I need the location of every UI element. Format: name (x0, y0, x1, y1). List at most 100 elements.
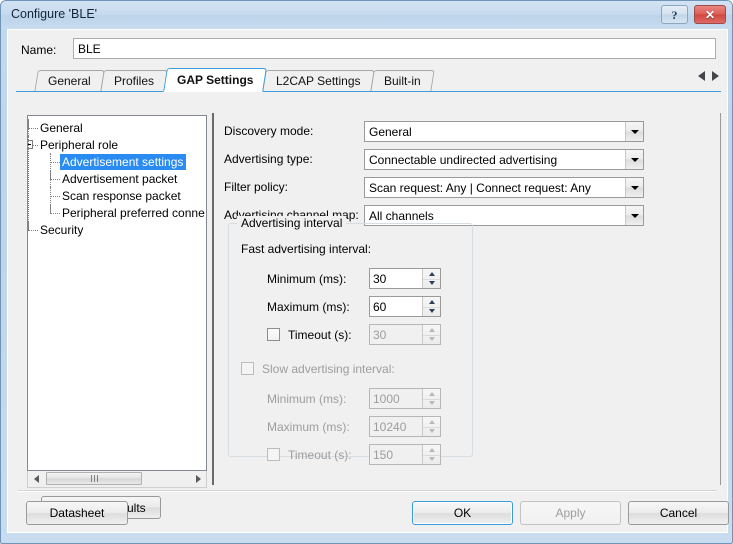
tab-list: General Profiles GAP Settings L2CAP Setting… (34, 68, 435, 92)
fast-minimum-spinner[interactable]: 30 (369, 268, 441, 289)
field-discovery-mode: Discovery mode: General (224, 121, 654, 142)
help-icon[interactable]: ? (661, 5, 688, 24)
slow-maximum-spin-buttons (422, 417, 440, 436)
tree-connector-icon (50, 204, 60, 214)
tree-item-label: Peripheral preferred conne (62, 205, 205, 220)
fast-maximum-spin-buttons[interactable] (422, 297, 440, 316)
advertising-type-combobox[interactable]: Connectable undirected advertising (364, 149, 644, 170)
scroll-left-arrow-icon[interactable] (28, 471, 44, 486)
cancel-button[interactable]: Cancel (628, 501, 729, 525)
tab-gap-settings[interactable]: GAP Settings (162, 68, 268, 92)
chevron-down-icon[interactable] (625, 122, 643, 141)
spin-down-icon (423, 455, 440, 465)
slow-minimum-spinner: 1000 (369, 388, 441, 409)
advertising-interval-group-title: Advertising interval (237, 216, 347, 230)
tab-strip: General Profiles GAP Settings L2CAP Setting… (16, 68, 721, 92)
tab-label: L2CAP Settings (276, 74, 361, 88)
fast-timeout-label: Timeout (s): (288, 328, 352, 342)
slow-maximum-value: 10240 (373, 420, 407, 434)
name-input[interactable] (73, 38, 716, 59)
spin-down-icon[interactable] (423, 279, 440, 289)
field-filter-policy: Filter policy: Scan request: Any | Connec… (224, 177, 654, 198)
tree-item-label: General (40, 120, 83, 135)
tab-scroll-left-icon[interactable] (698, 71, 705, 81)
chevron-down-icon[interactable] (625, 206, 643, 225)
spin-down-icon (423, 427, 440, 437)
settings-panel: Discovery mode: General Advertising type: C… (216, 113, 721, 485)
tree-item-peripheral-preferred-conne[interactable]: Peripheral preferred conne (28, 204, 206, 221)
tree-item-label: Advertisement packet (62, 171, 178, 186)
slow-advertising-checkbox[interactable] (241, 362, 254, 375)
slow-timeout-spin-buttons (422, 445, 440, 464)
fast-maximum-label: Maximum (ms): (267, 300, 350, 314)
slow-minimum-spin-buttons (422, 389, 440, 408)
panel-splitter[interactable] (212, 113, 214, 485)
scroll-right-arrow-icon[interactable] (190, 471, 206, 486)
slow-advertising-heading: Slow advertising interval: (262, 362, 395, 376)
tab-scroll-right-icon[interactable] (712, 71, 719, 81)
tab-l2cap-settings[interactable]: L2CAP Settings (262, 70, 375, 92)
field-advertising-type: Advertising type: Connectable undirected … (224, 149, 654, 170)
title-bar: Configure 'BLE' ? ✕ (1, 1, 732, 29)
scrollbar-grip-icon (90, 475, 98, 482)
fast-advertising-heading: Fast advertising interval: (241, 242, 372, 256)
discovery-mode-label: Discovery mode: (224, 124, 314, 138)
spin-down-icon[interactable] (423, 307, 440, 317)
configure-ble-dialog: Configure 'BLE' ? ✕ Name: General Profile… (0, 0, 733, 544)
fast-timeout-checkbox[interactable] (267, 328, 280, 341)
tab-profiles[interactable]: Profiles (99, 70, 168, 92)
tab-label: GAP Settings (176, 73, 254, 87)
scrollbar-thumb[interactable] (46, 472, 142, 485)
name-label: Name: (21, 43, 57, 57)
tree-child-spine (50, 153, 51, 213)
tree-connector-icon (28, 119, 38, 129)
slow-timeout-checkbox (267, 448, 280, 461)
tree-connector-icon (50, 187, 60, 197)
tab-label: Built-in (383, 74, 421, 88)
tab-built-in[interactable]: Built-in (369, 70, 435, 92)
tree-item-scan-response-packet[interactable]: Scan response packet (28, 187, 206, 204)
tree-horizontal-scrollbar[interactable] (27, 471, 207, 488)
fast-maximum-value: 60 (373, 300, 387, 314)
datasheet-button[interactable]: Datasheet (26, 501, 128, 525)
slow-timeout-spinner: 150 (369, 444, 441, 465)
fast-timeout-spin-buttons (422, 325, 440, 344)
slow-maximum-spinner: 10240 (369, 416, 441, 437)
ok-button[interactable]: OK (412, 501, 513, 525)
settings-tree[interactable]: General Peripheral role Advertisement sett… (27, 115, 207, 471)
dialog-client-area: Name: General Profiles GAP Settings L2CAP S… (7, 29, 729, 533)
caret-glyph (630, 129, 639, 134)
tree-item-label: Security (40, 222, 84, 237)
fast-minimum-spin-buttons[interactable] (422, 269, 440, 288)
slow-timeout-value: 150 (373, 448, 394, 462)
chevron-down-icon[interactable] (625, 150, 643, 169)
tree-root-spine (28, 119, 29, 230)
tab-scroll-buttons (698, 71, 719, 81)
discovery-mode-combobox[interactable]: General (364, 121, 644, 142)
tree-connector-icon (50, 170, 60, 180)
apply-button: Apply (520, 501, 621, 525)
tree-item-label: Advertisement settings (60, 153, 187, 170)
advertising-type-selected-value: Connectable undirected advertising (369, 153, 558, 167)
fast-minimum-value: 30 (373, 272, 387, 286)
tree-item-security[interactable]: Security (28, 221, 206, 238)
tree-item-peripheral-role[interactable]: Peripheral role (28, 136, 206, 153)
tree-item-advertisement-packet[interactable]: Advertisement packet (28, 170, 206, 187)
filter-policy-combobox[interactable]: Scan request: Any | Connect request: Any (364, 177, 644, 198)
slow-minimum-label: Minimum (ms): (267, 392, 347, 406)
fast-maximum-spinner[interactable]: 60 (369, 296, 441, 317)
caret-glyph (630, 157, 639, 162)
tree-item-label: Peripheral role (40, 137, 119, 152)
close-icon[interactable]: ✕ (694, 5, 726, 24)
tree-item-advertisement-settings[interactable]: Advertisement settings (28, 153, 206, 170)
chevron-down-icon[interactable] (625, 178, 643, 197)
tab-general[interactable]: General (34, 70, 105, 92)
tree-item-general[interactable]: General (28, 119, 206, 136)
slow-minimum-value: 1000 (373, 392, 400, 406)
spin-down-icon (423, 399, 440, 409)
caret-glyph (630, 185, 639, 190)
caret-glyph (630, 213, 639, 218)
tab-label: General (48, 74, 91, 88)
slow-timeout-label: Timeout (s): (288, 448, 352, 462)
fast-minimum-label: Minimum (ms): (267, 272, 347, 286)
